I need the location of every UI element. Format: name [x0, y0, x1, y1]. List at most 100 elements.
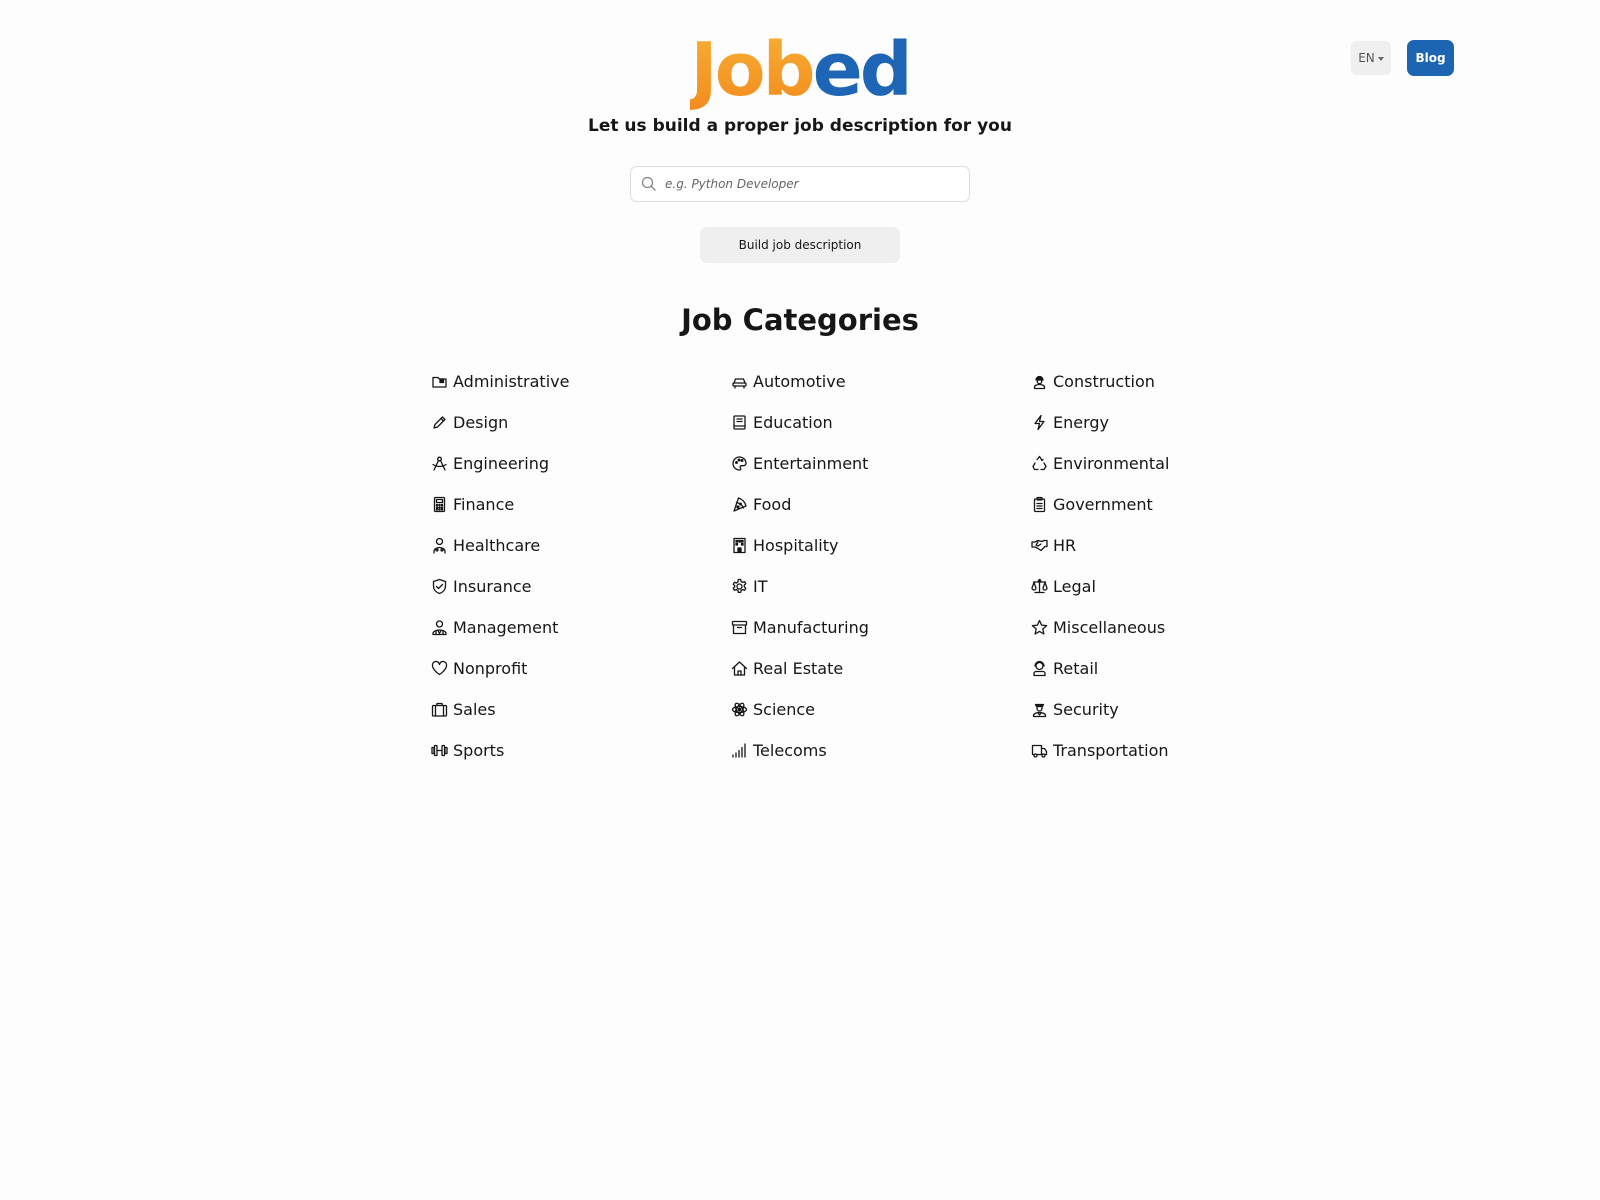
star-icon [1031, 619, 1048, 636]
category-management[interactable]: Management [431, 614, 731, 640]
category-finance[interactable]: Finance [431, 491, 731, 517]
category-energy[interactable]: Energy [1031, 409, 1331, 435]
category-label: Design [453, 412, 509, 432]
category-label: Security [1053, 699, 1119, 719]
clipboard-icon [1031, 496, 1048, 513]
category-entertainment[interactable]: Entertainment [731, 450, 1031, 476]
category-label: Environmental [1053, 453, 1170, 473]
category-education[interactable]: Education [731, 409, 1031, 435]
category-label: Education [753, 412, 833, 432]
category-administrative[interactable]: Administrative [431, 368, 731, 394]
category-nonprofit[interactable]: Nonprofit [431, 655, 731, 681]
category-label: Telecoms [753, 740, 827, 760]
shield-check-icon [431, 578, 448, 595]
category-label: Healthcare [453, 535, 541, 555]
category-real-estate[interactable]: Real Estate [731, 655, 1031, 681]
category-government[interactable]: Government [1031, 491, 1331, 517]
folder-icon [431, 373, 448, 390]
category-label: Transportation [1053, 740, 1169, 760]
category-food[interactable]: Food [731, 491, 1031, 517]
hotel-icon [731, 537, 748, 554]
category-environmental[interactable]: Environmental [1031, 450, 1331, 476]
car-icon [731, 373, 748, 390]
category-label: Entertainment [753, 453, 869, 473]
category-label: Management [453, 617, 559, 637]
category-manufacturing[interactable]: Manufacturing [731, 614, 1031, 640]
logo-part-job: Job [690, 27, 815, 113]
category-label: Automotive [753, 371, 846, 391]
category-label: Food [753, 494, 792, 514]
category-label: IT [753, 576, 768, 596]
category-label: Nonprofit [453, 658, 528, 678]
tagline: Let us build a proper job description fo… [588, 116, 1012, 136]
worker-icon [1031, 373, 1048, 390]
category-label: Miscellaneous [1053, 617, 1166, 637]
category-insurance[interactable]: Insurance [431, 573, 731, 599]
category-label: Hospitality [753, 535, 839, 555]
dumbbell-icon [431, 742, 448, 759]
category-hr[interactable]: HR [1031, 532, 1331, 558]
category-sports[interactable]: Sports [431, 737, 731, 763]
category-label: Manufacturing [753, 617, 869, 637]
category-healthcare[interactable]: Healthcare [431, 532, 731, 558]
search-icon [641, 176, 656, 191]
briefcase-icon [431, 701, 448, 718]
category-hospitality[interactable]: Hospitality [731, 532, 1031, 558]
category-label: Administrative [453, 371, 570, 391]
category-construction[interactable]: Construction [1031, 368, 1331, 394]
category-telecoms[interactable]: Telecoms [731, 737, 1031, 763]
truck-icon [1031, 742, 1048, 759]
category-legal[interactable]: Legal [1031, 573, 1331, 599]
category-retail[interactable]: Retail [1031, 655, 1331, 681]
build-job-description-button[interactable]: Build job description [700, 227, 900, 263]
category-automotive[interactable]: Automotive [731, 368, 1031, 394]
palette-icon [731, 455, 748, 472]
logo-part-ed: ed [812, 27, 913, 113]
category-label: Government [1053, 494, 1153, 514]
house-icon [731, 660, 748, 677]
category-engineering[interactable]: Engineering [431, 450, 731, 476]
archive-box-icon [731, 619, 748, 636]
category-label: Construction [1053, 371, 1155, 391]
category-transportation[interactable]: Transportation [1031, 737, 1331, 763]
logo[interactable]: Jobed [0, 30, 1600, 110]
category-label: Sales [453, 699, 496, 719]
category-label: Insurance [453, 576, 532, 596]
pizza-icon [731, 496, 748, 513]
category-label: HR [1053, 535, 1077, 555]
cashier-icon [1031, 660, 1048, 677]
handshake-icon [1031, 537, 1048, 554]
category-label: Real Estate [753, 658, 844, 678]
category-science[interactable]: Science [731, 696, 1031, 722]
category-label: Sports [453, 740, 505, 760]
categories-title: Job Categories [681, 303, 919, 337]
doctor-icon [431, 537, 448, 554]
compass-icon [431, 455, 448, 472]
calculator-icon [431, 496, 448, 513]
gear-icon [731, 578, 748, 595]
category-label: Science [753, 699, 816, 719]
heart-icon [431, 660, 448, 677]
category-it[interactable]: IT [731, 573, 1031, 599]
category-label: Energy [1053, 412, 1110, 432]
search-box [630, 166, 970, 202]
signal-icon [731, 742, 748, 759]
guard-icon [1031, 701, 1048, 718]
job-title-input[interactable] [663, 176, 957, 192]
scale-icon [1031, 578, 1048, 595]
manager-icon [431, 619, 448, 636]
category-label: Finance [453, 494, 515, 514]
category-label: Engineering [453, 453, 549, 473]
categories-grid: Administrative Automotive Construction Desi… [431, 368, 1331, 778]
category-design[interactable]: Design [431, 409, 731, 435]
book-icon [731, 414, 748, 431]
category-miscellaneous[interactable]: Miscellaneous [1031, 614, 1331, 640]
category-label: Legal [1053, 576, 1096, 596]
pencil-icon [431, 414, 448, 431]
category-sales[interactable]: Sales [431, 696, 731, 722]
category-security[interactable]: Security [1031, 696, 1331, 722]
atom-icon [731, 701, 748, 718]
recycle-icon [1031, 455, 1048, 472]
category-label: Retail [1053, 658, 1099, 678]
bolt-icon [1031, 414, 1048, 431]
